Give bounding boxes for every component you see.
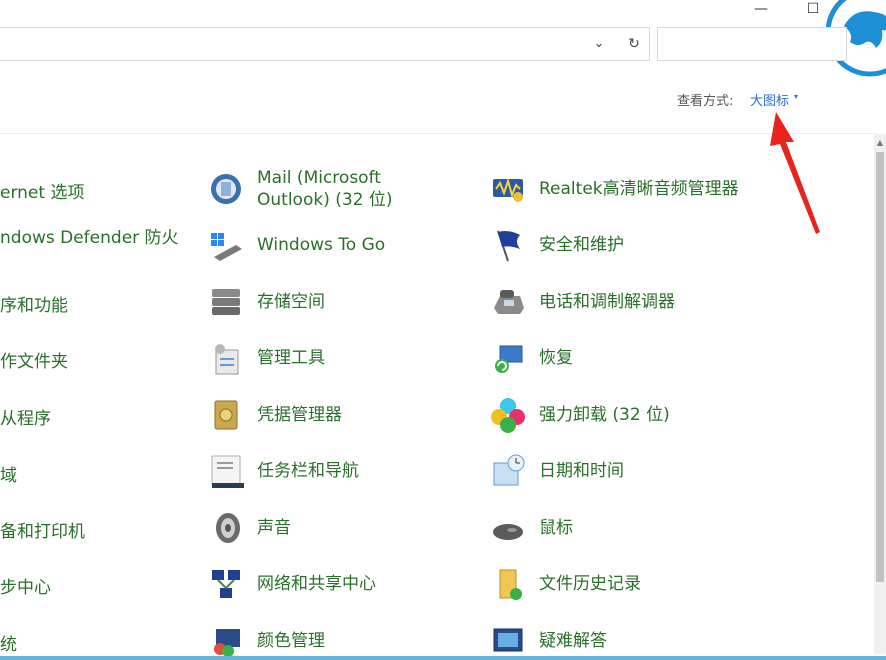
- recovery-icon: [489, 339, 527, 377]
- item-label: Windows To Go: [257, 235, 386, 255]
- scroll-up-icon[interactable]: ▲: [874, 136, 886, 150]
- item-recovery[interactable]: 恢复: [489, 339, 573, 377]
- refresh-button[interactable]: ↻: [622, 33, 646, 55]
- scroll-thumb[interactable]: [876, 152, 884, 582]
- annotation-arrow-icon: [770, 112, 820, 234]
- item-label: 日期和时间: [539, 461, 624, 481]
- view-by-label: 查看方式:: [677, 94, 734, 109]
- item-power-uninstall[interactable]: 强力卸载 (32 位): [489, 396, 670, 434]
- item-label: 恢复: [539, 348, 573, 368]
- item-label: Realtek高清晰音频管理器: [539, 179, 739, 199]
- item-label: 声音: [257, 518, 291, 538]
- item-file-history[interactable]: 文件历史记录: [489, 565, 641, 603]
- left-item[interactable]: ndows Defender 防火: [0, 223, 179, 248]
- windows-to-go-icon: [207, 226, 245, 264]
- item-troubleshooting[interactable]: 疑难解答: [489, 622, 607, 660]
- item-storage-spaces[interactable]: 存储空间: [207, 283, 325, 321]
- left-item[interactable]: 作文件夹: [0, 347, 68, 372]
- item-label: 电话和调制解调器: [539, 292, 675, 312]
- uninstall-icon: [489, 396, 527, 434]
- left-item[interactable]: 步中心: [0, 573, 51, 598]
- item-label: 存储空间: [257, 292, 325, 312]
- header-divider: [0, 133, 876, 134]
- item-label: 凭据管理器: [257, 405, 342, 425]
- item-label: 任务栏和导航: [257, 461, 359, 481]
- item-mail[interactable]: Mail (Microsoft Outlook) (32 位): [207, 167, 393, 211]
- realtek-audio-icon: [489, 170, 527, 208]
- left-item[interactable]: 从程序: [0, 404, 51, 429]
- item-label: 文件历史记录: [539, 574, 641, 594]
- item-label: Outlook) (32 位): [257, 190, 393, 210]
- speaker-icon: [207, 509, 245, 547]
- item-label: 颜色管理: [257, 631, 325, 651]
- address-bar[interactable]: [0, 27, 650, 61]
- item-label: 安全和维护: [539, 235, 624, 255]
- item-label: 强力卸载 (32 位): [539, 405, 670, 425]
- item-admin-tools[interactable]: 管理工具: [207, 339, 325, 377]
- item-label: 管理工具: [257, 348, 325, 368]
- item-label: 鼠标: [539, 518, 573, 538]
- minimize-button[interactable]: —: [738, 0, 784, 22]
- mail-icon: [207, 170, 245, 208]
- item-security-maintenance[interactable]: 安全和维护: [489, 226, 624, 264]
- item-label: Mail (Microsoft: [257, 168, 381, 188]
- left-item[interactable]: 备和打印机: [0, 517, 85, 542]
- left-item[interactable]: 统: [0, 630, 17, 655]
- network-icon: [207, 565, 245, 603]
- item-date-time[interactable]: 日期和时间: [489, 452, 624, 490]
- item-phone-modem[interactable]: 电话和调制解调器: [489, 283, 675, 321]
- view-by-dropdown[interactable]: 大图标: [750, 90, 789, 109]
- item-color-management[interactable]: 颜色管理: [207, 622, 325, 660]
- color-icon: [207, 622, 245, 660]
- item-credential-manager[interactable]: 凭据管理器: [207, 396, 342, 434]
- item-network-sharing[interactable]: 网络和共享中心: [207, 565, 376, 603]
- item-windows-to-go[interactable]: Windows To Go: [207, 226, 385, 264]
- search-input[interactable]: [657, 27, 847, 61]
- datetime-icon: [489, 452, 527, 490]
- flag-icon: [489, 226, 527, 264]
- storage-icon: [207, 283, 245, 321]
- item-taskbar-navigation[interactable]: 任务栏和导航: [207, 452, 359, 490]
- left-item[interactable]: 域: [0, 461, 17, 486]
- credential-icon: [207, 396, 245, 434]
- item-mouse[interactable]: 鼠标: [489, 509, 573, 547]
- troubleshoot-icon: [489, 622, 527, 660]
- file-history-icon: [489, 565, 527, 603]
- bottom-accent-line: [0, 656, 886, 660]
- phone-icon: [489, 283, 527, 321]
- admin-tools-icon: [207, 339, 245, 377]
- item-label: 疑难解答: [539, 631, 607, 651]
- left-item[interactable]: 序和功能: [0, 291, 68, 316]
- item-realtek-audio[interactable]: Realtek高清晰音频管理器: [489, 170, 739, 208]
- mouse-icon: [489, 509, 527, 547]
- address-dropdown-button[interactable]: ⌄: [588, 33, 610, 55]
- view-by-chevron-icon[interactable]: ▾: [794, 92, 798, 101]
- taskbar-icon: [207, 452, 245, 490]
- left-item[interactable]: ernet 选项: [0, 178, 84, 203]
- item-sound[interactable]: 声音: [207, 509, 291, 547]
- item-label: 网络和共享中心: [257, 574, 376, 594]
